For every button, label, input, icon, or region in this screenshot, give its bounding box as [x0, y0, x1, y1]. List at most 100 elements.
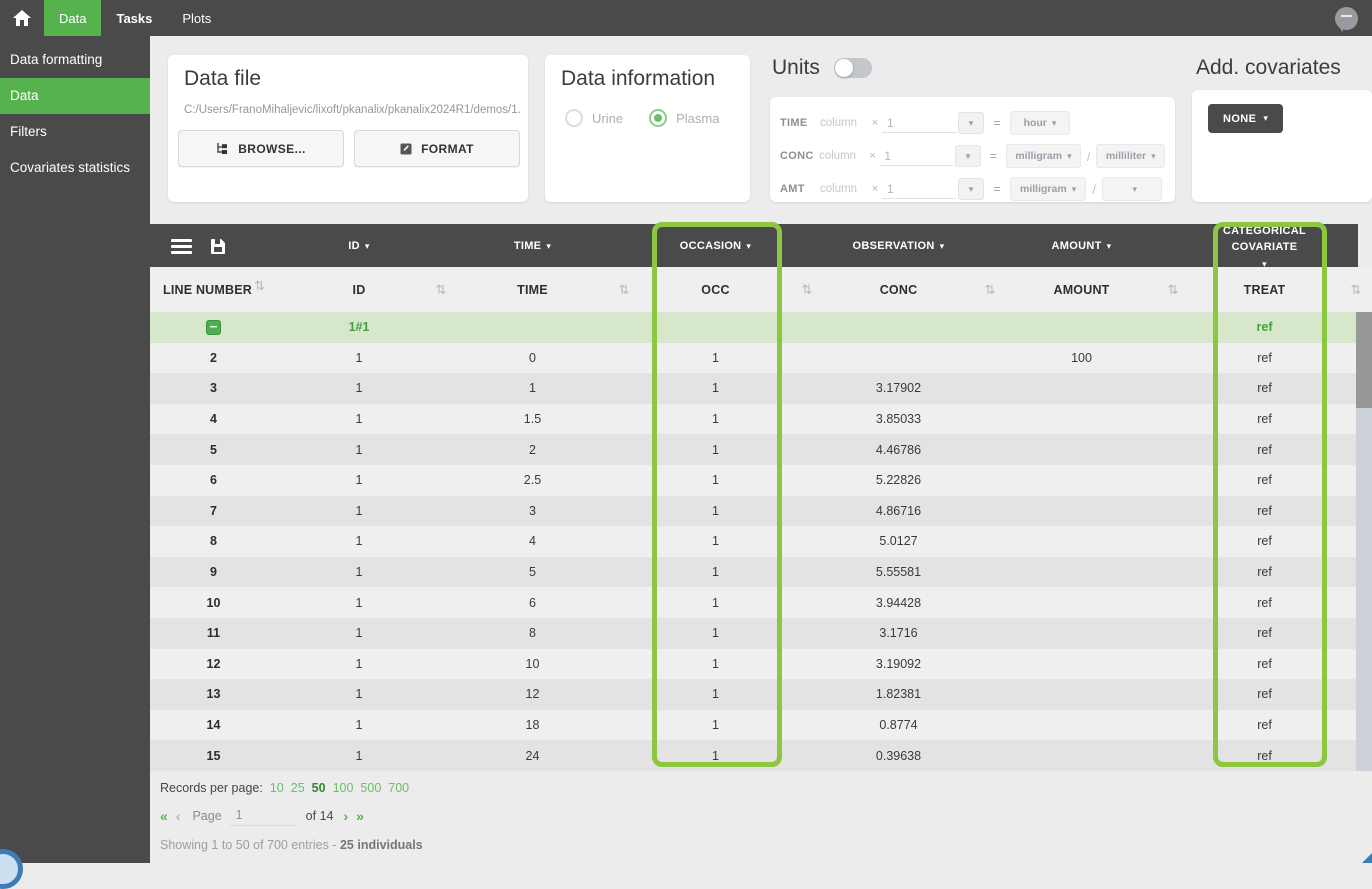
units-panel: TIME column × ▾ = hour ▾ CONC column × ▾ …	[770, 97, 1175, 202]
column-type-observation-dropdown[interactable]: OBSERVATION ▾	[853, 240, 945, 252]
showing-entries-text: Showing 1 to 50 of 700 entries -	[160, 838, 340, 852]
window-resize-grip-icon[interactable]	[1362, 853, 1372, 863]
caret-down-icon: ▾	[1132, 183, 1137, 194]
cell-id: 1	[355, 381, 363, 396]
add-covariates-title: Add. covariates	[1196, 56, 1341, 79]
last-page-button[interactable]: »	[356, 808, 364, 824]
cell-conc: 4.46786	[875, 442, 922, 457]
next-page-button[interactable]: ›	[343, 808, 348, 824]
page-size-option-50[interactable]: 50	[312, 781, 326, 795]
cell-occ: 1	[712, 412, 719, 427]
sidebar-item-covariates-statistics[interactable]: Covariates statistics	[0, 150, 150, 186]
page-label: Page	[192, 809, 222, 823]
column-type-time-dropdown[interactable]: TIME ▾	[514, 240, 551, 252]
radio-plasma-circle-icon	[649, 109, 668, 127]
browse-button[interactable]: BROWSE...	[178, 130, 344, 167]
caret-down-icon: ▾	[1071, 183, 1077, 194]
page-size-option-10[interactable]: 10	[270, 781, 284, 795]
sidebar-item-filters[interactable]: Filters	[0, 114, 150, 150]
amt-unit-numerator-dropdown[interactable]: milligram ▾	[1010, 177, 1087, 201]
time-unit-dropdown[interactable]: hour ▾	[1010, 111, 1070, 135]
cell-time: 18	[525, 718, 540, 733]
conc-unit-denominator-dropdown[interactable]: milliliter ▾	[1096, 144, 1165, 168]
amt-column-dropdown[interactable]: ▾	[958, 178, 984, 200]
page-number-input[interactable]	[229, 806, 296, 826]
column-type-label: OBSERVATION	[852, 240, 935, 253]
conc-factor-input[interactable]	[879, 146, 954, 166]
tab-tasks[interactable]: Tasks	[101, 0, 167, 36]
amt-unit-denominator-dropdown[interactable]: ▾	[1102, 177, 1163, 201]
sidebar-item-data[interactable]: Data	[0, 78, 150, 114]
column-header-treat: TREAT	[1243, 282, 1286, 297]
browse-tree-icon	[217, 143, 228, 154]
cell-treat: ref	[1257, 718, 1272, 733]
cell-id: 1	[355, 595, 363, 610]
cell-amount: 100	[1071, 350, 1092, 365]
page-size-option-25[interactable]: 25	[291, 781, 305, 795]
conc-column-dropdown[interactable]: ▾	[955, 145, 981, 167]
table-column-type-header: ID ▾ TIME ▾ OCCASION ▾ OBSERVATION ▾ AMOUNT ▾…	[150, 224, 1358, 269]
collapse-group-button[interactable]: −	[206, 319, 221, 335]
table-row: 9 1 5 1 5.55581 ref	[150, 556, 1356, 588]
page-size-option-100[interactable]: 100	[333, 781, 354, 795]
home-button[interactable]	[0, 0, 44, 36]
column-type-amount-dropdown[interactable]: AMOUNT ▾	[1052, 240, 1112, 252]
tab-data[interactable]: Data	[44, 0, 102, 36]
cell-conc: 5.0127	[879, 534, 918, 549]
radio-urine[interactable]: Urine	[565, 109, 623, 127]
table-row: 12 1 10 1 3.19092 ref	[150, 648, 1356, 680]
table-save-button[interactable]	[211, 238, 225, 254]
conc-unit-numerator-dropdown[interactable]: milligram ▾	[1006, 144, 1081, 168]
first-page-button[interactable]: «	[160, 808, 168, 824]
table-row: 7 1 3 1 4.86716 ref	[150, 495, 1356, 527]
feedback-message-icon[interactable]	[1335, 6, 1358, 32]
cell-time: 12	[525, 687, 540, 702]
scrollbar-thumb[interactable]	[1356, 312, 1372, 408]
cell-conc: 3.85033	[875, 412, 922, 427]
cell-id: 1	[355, 718, 363, 733]
sort-icon[interactable]: ⇅	[1351, 282, 1362, 298]
radio-plasma[interactable]: Plasma	[649, 109, 719, 127]
sidebar: Data formatting Data Filters Covariates …	[0, 36, 150, 863]
units-toggle[interactable]	[833, 58, 872, 78]
column-type-occasion-dropdown[interactable]: OCCASION ▾	[680, 240, 752, 252]
column-type-categorical-covariate-dropdown[interactable]: CATEGORICAL COVARIATE ▾	[1217, 224, 1313, 269]
caret-down-icon: ▾	[968, 117, 974, 128]
cell-conc: 3.1716	[879, 626, 918, 641]
radio-urine-label: Urine	[592, 110, 624, 126]
time-factor-input[interactable]	[882, 113, 956, 133]
add-covariates-none-dropdown[interactable]: NONE ▾	[1208, 104, 1284, 133]
table-vertical-scrollbar[interactable]	[1356, 312, 1372, 771]
page-size-option-700[interactable]: 700	[388, 781, 409, 795]
data-file-panel: Data file C:/Users/FranoMihaljevic/lixof…	[168, 55, 528, 202]
amt-factor-input[interactable]	[882, 179, 956, 199]
multiply-icon: ×	[869, 150, 876, 162]
tab-plots[interactable]: Plots	[167, 0, 226, 36]
cell-treat: ref	[1257, 412, 1272, 427]
format-pencil-icon	[400, 143, 412, 154]
cell-treat: ref	[1257, 350, 1272, 365]
time-column-placeholder: column	[820, 117, 858, 129]
equals-sign: =	[993, 182, 1001, 196]
format-button[interactable]: FORMAT	[354, 130, 520, 167]
sidebar-item-data-formatting[interactable]: Data formatting	[0, 42, 150, 78]
table-menu-button[interactable]	[171, 238, 192, 254]
time-column-dropdown[interactable]: ▾	[958, 112, 984, 134]
cell-id: 1	[355, 412, 363, 427]
add-covariates-panel: NONE ▾	[1192, 90, 1372, 202]
caret-down-icon: ▾	[1263, 113, 1269, 123]
table-group-row: − 1#1 ref	[150, 312, 1356, 343]
tab-plots-label: Plots	[182, 10, 212, 26]
sort-icon[interactable]: ⇅	[254, 278, 265, 294]
cell-conc: 3.19092	[875, 656, 922, 671]
cell-occ: 1	[712, 718, 719, 733]
cell-time: 6	[529, 595, 536, 610]
column-type-id-dropdown[interactable]: ID ▾	[348, 240, 369, 252]
cell-treat: ref	[1257, 381, 1272, 396]
cell-time: 5	[529, 565, 536, 580]
cell-occ: 1	[712, 503, 719, 518]
page-size-option-500[interactable]: 500	[360, 781, 381, 795]
table-row: 13 1 12 1 1.82381 ref	[150, 679, 1356, 710]
previous-page-button[interactable]: ‹	[176, 808, 181, 824]
toggle-knob	[834, 59, 853, 77]
